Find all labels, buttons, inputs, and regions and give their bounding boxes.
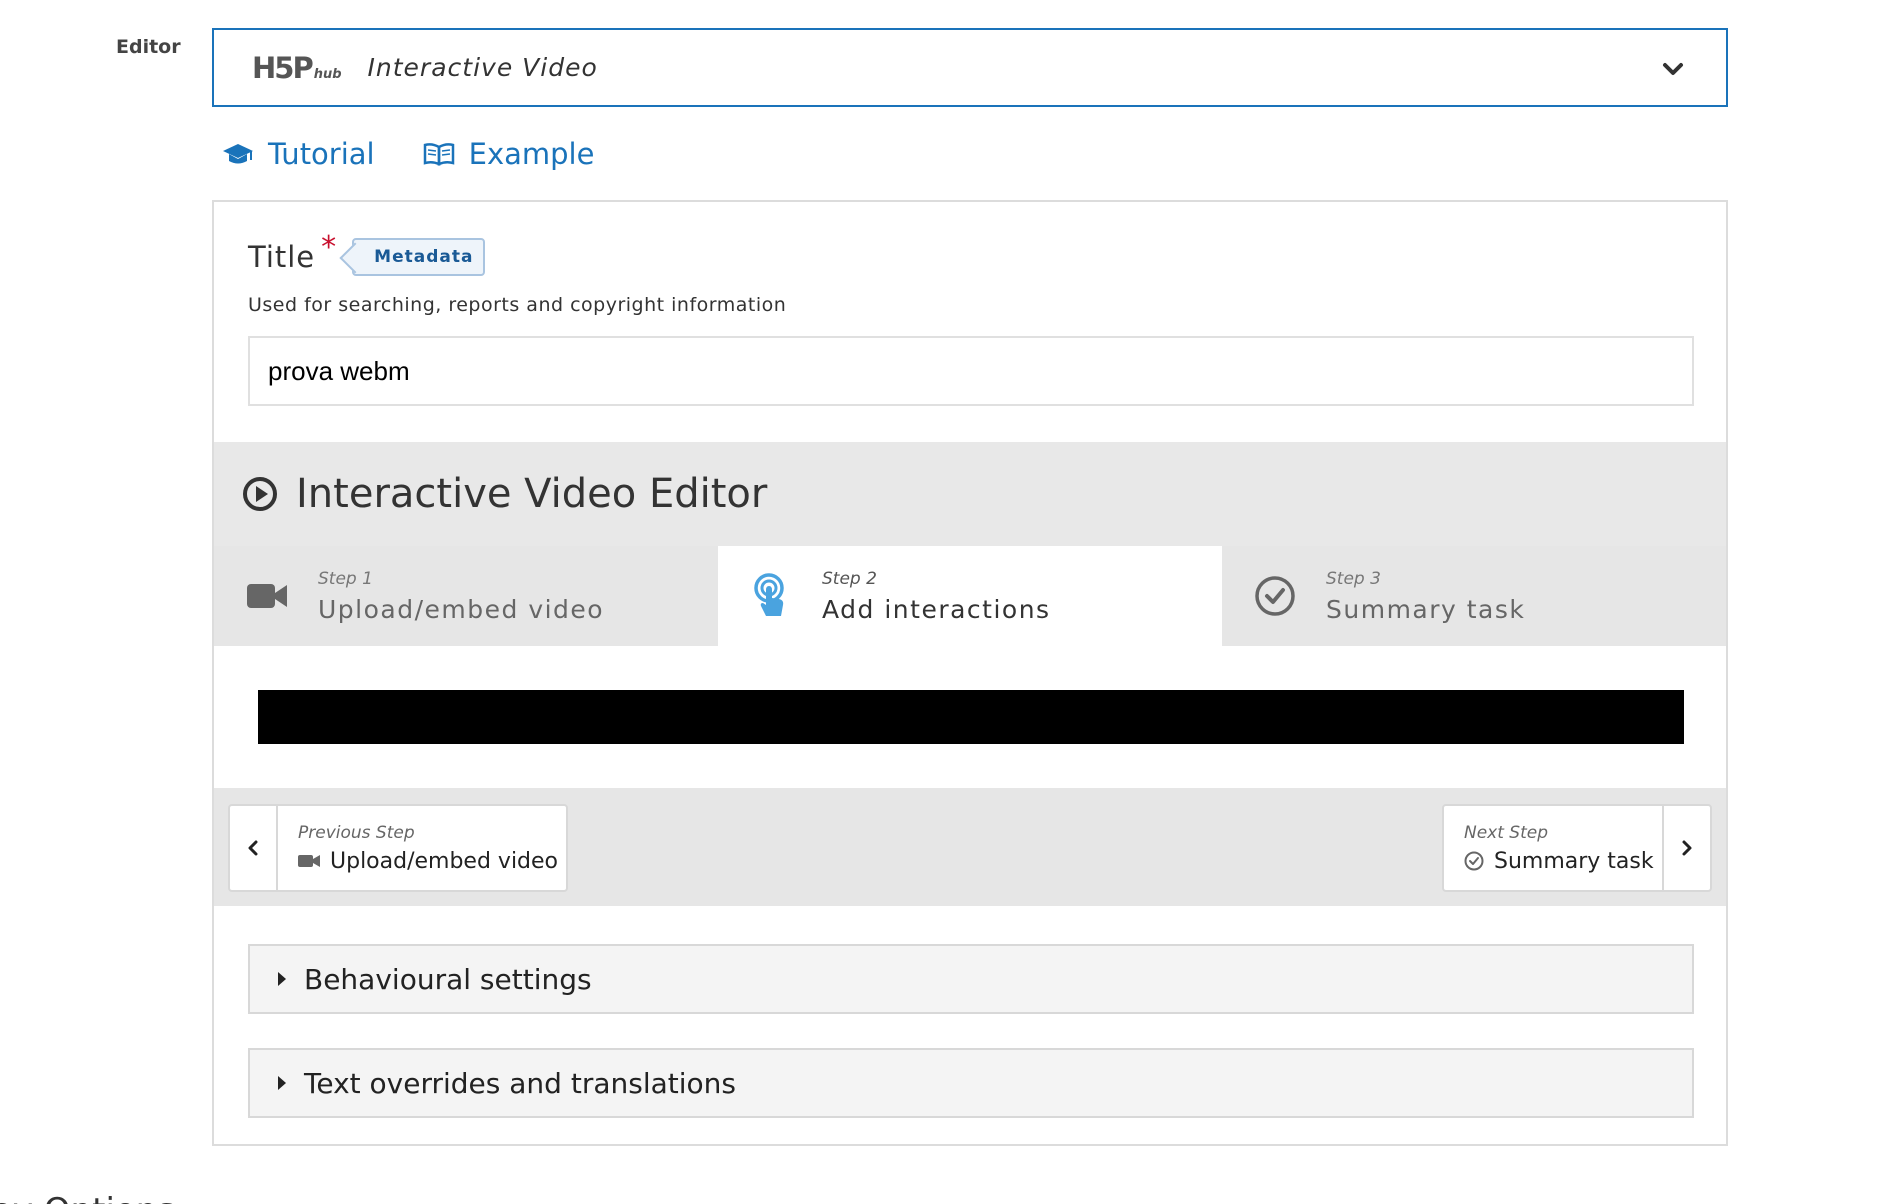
play-circle-icon bbox=[243, 477, 277, 511]
required-marker: * bbox=[321, 229, 337, 265]
title-field-header: Title * Metadata bbox=[248, 230, 486, 276]
editor-label: Editor bbox=[116, 36, 181, 58]
display-options-heading: ay Options bbox=[0, 1194, 175, 1204]
touch-hand-icon bbox=[754, 573, 784, 616]
behavioural-settings-toggle[interactable]: Behavioural settings bbox=[248, 944, 1694, 1014]
video-preview[interactable] bbox=[258, 690, 1684, 744]
metadata-button-label: Metadata bbox=[374, 247, 474, 267]
caret-right-icon bbox=[278, 972, 286, 986]
tutorial-link[interactable]: Tutorial bbox=[222, 137, 375, 171]
example-label: Example bbox=[468, 137, 595, 171]
h5p-hub-logo: H5P hub bbox=[252, 51, 342, 85]
help-links: Tutorial Example bbox=[222, 137, 642, 171]
tab-step-2[interactable]: Step 2 Add interactions bbox=[718, 546, 1222, 646]
check-circle-icon bbox=[1255, 576, 1295, 616]
check-circle-icon bbox=[1464, 851, 1484, 871]
title-description: Used for searching, reports and copyrigh… bbox=[248, 294, 787, 316]
example-link[interactable]: Example bbox=[423, 137, 595, 171]
next-step-target: Summary task bbox=[1494, 848, 1654, 874]
metadata-button[interactable]: Metadata bbox=[352, 238, 486, 276]
step-1-name: Upload/embed video bbox=[318, 594, 605, 624]
title-label: Title bbox=[248, 240, 316, 274]
tutorial-label: Tutorial bbox=[268, 137, 375, 171]
chevron-left-icon bbox=[248, 840, 258, 856]
editor-panel: Title * Metadata Used for searching, rep… bbox=[212, 200, 1728, 1146]
step-navigation: Previous Step Upload/embed video Next St… bbox=[214, 788, 1726, 906]
previous-step-button[interactable]: Previous Step Upload/embed video bbox=[228, 804, 568, 892]
step-3-number: Step 3 bbox=[1326, 568, 1381, 589]
caret-right-icon bbox=[278, 1076, 286, 1090]
next-step-button[interactable]: Next Step Summary task bbox=[1442, 804, 1712, 892]
step-tabs: Step 1 Upload/embed video Step 2 Add int… bbox=[214, 546, 1726, 646]
content-type-selector[interactable]: H5P hub Interactive Video bbox=[212, 28, 1728, 107]
step-2-number: Step 2 bbox=[822, 568, 877, 589]
previous-step-target: Upload/embed video bbox=[330, 848, 559, 874]
video-camera-icon bbox=[298, 855, 320, 867]
text-overrides-toggle[interactable]: Text overrides and translations bbox=[248, 1048, 1694, 1118]
behavioural-settings-label: Behavioural settings bbox=[304, 962, 592, 996]
graduation-cap-icon bbox=[223, 144, 253, 164]
tab-step-3[interactable]: Step 3 Summary task bbox=[1222, 546, 1726, 646]
step-3-name: Summary task bbox=[1326, 594, 1526, 624]
step-2-name: Add interactions bbox=[822, 594, 1051, 624]
content-type-title: Interactive Video bbox=[367, 53, 598, 82]
open-book-icon bbox=[423, 143, 454, 166]
video-camera-icon bbox=[247, 584, 287, 608]
tab-step-1[interactable]: Step 1 Upload/embed video bbox=[214, 546, 718, 646]
hub-logo-small: hub bbox=[313, 66, 342, 82]
chevron-down-icon[interactable] bbox=[1662, 58, 1684, 80]
title-input[interactable]: prova webm bbox=[248, 336, 1694, 406]
chevron-right-icon bbox=[1682, 840, 1692, 856]
step-1-number: Step 1 bbox=[318, 568, 373, 589]
next-step-label: Next Step bbox=[1464, 822, 1549, 843]
hub-logo-main: H5P bbox=[252, 50, 314, 85]
text-overrides-label: Text overrides and translations bbox=[304, 1066, 736, 1100]
ive-header: Interactive Video Editor bbox=[214, 442, 1726, 546]
ive-title: Interactive Video Editor bbox=[296, 471, 768, 517]
previous-step-label: Previous Step bbox=[298, 822, 415, 843]
